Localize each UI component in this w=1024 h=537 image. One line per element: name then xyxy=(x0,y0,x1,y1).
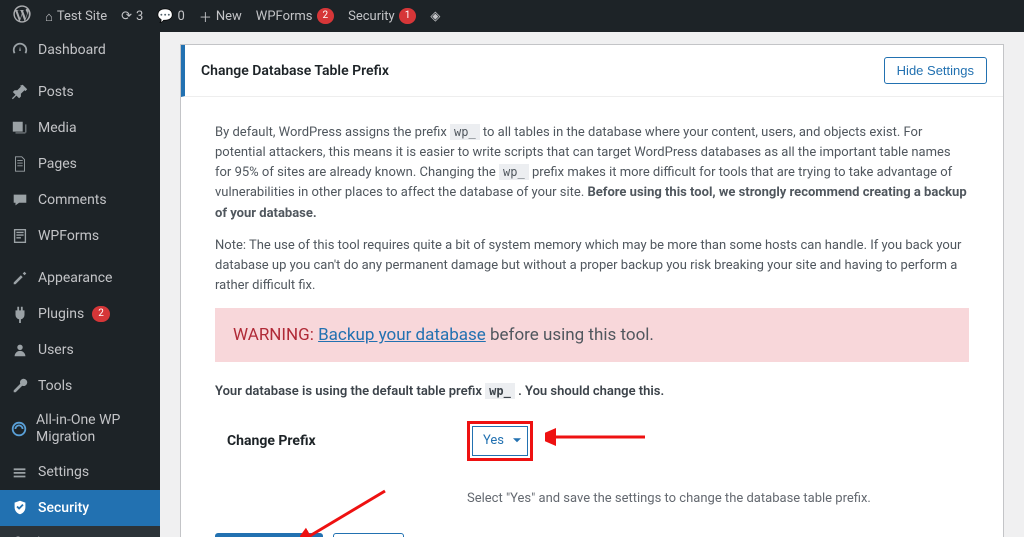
annotation-highlight-select: Yes xyxy=(467,421,533,461)
pages-icon xyxy=(10,154,30,174)
sidebar-item-label: Media xyxy=(38,120,77,136)
change-prefix-field: Yes Select "Yes" and save the settings t… xyxy=(467,421,871,509)
new-label: New xyxy=(216,9,242,24)
comments-count: 0 xyxy=(178,9,185,24)
admin-bar-site[interactable]: ⌂ Test Site xyxy=(38,0,114,32)
sidebar-item-posts[interactable]: Posts xyxy=(0,74,160,110)
description-paragraph-2: Note: The use of this tool requires quit… xyxy=(215,236,969,296)
sidebar-item-dashboard[interactable]: Dashboard xyxy=(0,32,160,68)
sidebar-item-users[interactable]: Users xyxy=(0,332,160,368)
sidebar-item-label: All-in-One WP Migration xyxy=(36,412,150,446)
prefix-code: wp_ xyxy=(450,124,480,140)
admin-bar-wpforms[interactable]: WPForms 2 xyxy=(249,0,341,32)
dashboard-icon xyxy=(10,40,30,60)
appearance-icon xyxy=(10,268,30,288)
panel-body: By default, WordPress assigns the prefix… xyxy=(181,97,1003,537)
tools-icon xyxy=(10,376,30,396)
current-prefix-code: wp_ xyxy=(485,383,515,399)
action-buttons: Save Settings Cancel xyxy=(215,533,969,537)
sidebar-item-plugins[interactable]: Plugins 2 xyxy=(0,296,160,332)
prefix-code: wp_ xyxy=(499,164,529,180)
admin-bar-new[interactable]: ＋ New xyxy=(192,0,249,32)
users-icon xyxy=(10,340,30,360)
plugins-icon xyxy=(10,304,30,324)
sidebar-item-migration[interactable]: All-in-One WP Migration xyxy=(0,404,160,454)
shield-icon xyxy=(10,498,30,518)
admin-sidebar: Dashboard Posts Media Pages Comments WPF… xyxy=(0,32,160,537)
updates-icon: ⟳ xyxy=(121,8,132,24)
sidebar-item-media[interactable]: Media xyxy=(0,110,160,146)
wordpress-logo-icon xyxy=(13,5,31,27)
admin-bar-security[interactable]: Security 1 xyxy=(341,0,423,32)
home-icon: ⌂ xyxy=(45,9,53,24)
wpforms-count-badge: 2 xyxy=(317,8,335,24)
security-label: Security xyxy=(348,9,395,24)
sidebar-item-label: Appearance xyxy=(38,270,112,286)
annotation-arrow-1 xyxy=(545,425,655,449)
change-prefix-select[interactable]: Yes xyxy=(472,426,528,456)
sidebar-item-label: Comments xyxy=(38,192,107,208)
security-count-badge: 1 xyxy=(399,8,417,24)
warning-after: before using this tool. xyxy=(486,325,654,345)
warning-label: WARNING: xyxy=(233,325,318,345)
hide-settings-button[interactable]: Hide Settings xyxy=(884,57,987,84)
panel-header: Change Database Table Prefix Hide Settin… xyxy=(181,45,1003,97)
plus-icon: ＋ xyxy=(199,7,212,26)
updates-count: 3 xyxy=(136,9,143,24)
wp-logo[interactable] xyxy=(6,0,38,32)
comment-icon xyxy=(10,190,30,210)
change-prefix-panel: Change Database Table Prefix Hide Settin… xyxy=(180,44,1004,537)
migration-icon xyxy=(10,419,28,439)
sidebar-item-label: Settings xyxy=(38,464,89,480)
security-subitems: Settings Security Check xyxy=(0,526,160,537)
admin-bar-updates[interactable]: ⟳ 3 xyxy=(114,0,150,32)
sidebar-item-label: Users xyxy=(38,342,74,358)
sidebar-item-pages[interactable]: Pages xyxy=(0,146,160,182)
field-description: Select "Yes" and save the settings to ch… xyxy=(467,489,871,509)
status-line: Your database is using the default table… xyxy=(215,382,969,402)
sidebar-item-label: Dashboard xyxy=(38,42,106,58)
sidebar-item-label: WPForms xyxy=(38,228,99,244)
admin-bar: ⌂ Test Site ⟳ 3 💬 0 ＋ New WPForms 2 Secu… xyxy=(0,0,1024,32)
panel-title: Change Database Table Prefix xyxy=(201,63,389,79)
save-settings-button[interactable]: Save Settings xyxy=(215,533,323,537)
diamond-icon: ◈ xyxy=(430,8,440,24)
sidebar-item-label: Posts xyxy=(38,84,74,100)
comments-icon: 💬 xyxy=(157,8,173,24)
cancel-button[interactable]: Cancel xyxy=(333,533,403,537)
warning-box: WARNING: Backup your database before usi… xyxy=(215,308,969,362)
change-prefix-row: Change Prefix Yes Select "Yes" and save … xyxy=(215,415,969,529)
pin-icon xyxy=(10,82,30,102)
sidebar-item-label: Plugins xyxy=(38,306,84,322)
security-sub-settings[interactable]: Settings xyxy=(0,530,160,537)
sidebar-item-wpforms[interactable]: WPForms xyxy=(0,218,160,254)
sidebar-item-settings[interactable]: Settings xyxy=(0,454,160,490)
sidebar-item-tools[interactable]: Tools xyxy=(0,368,160,404)
description-paragraph-1: By default, WordPress assigns the prefix… xyxy=(215,123,969,224)
change-prefix-label: Change Prefix xyxy=(227,421,347,453)
media-icon xyxy=(10,118,30,138)
sidebar-item-comments[interactable]: Comments xyxy=(0,182,160,218)
site-title: Test Site xyxy=(57,9,107,24)
plugins-badge: 2 xyxy=(92,306,110,322)
admin-bar-comments[interactable]: 💬 0 xyxy=(150,0,192,32)
form-icon xyxy=(10,226,30,246)
sidebar-item-label: Pages xyxy=(38,156,77,172)
sidebar-item-label: Security xyxy=(38,500,89,516)
admin-bar-extra[interactable]: ◈ xyxy=(423,0,447,32)
settings-icon xyxy=(10,462,30,482)
wpforms-label: WPForms xyxy=(256,9,313,24)
sidebar-item-security[interactable]: Security xyxy=(0,490,160,526)
main-content: Change Database Table Prefix Hide Settin… xyxy=(160,32,1024,537)
backup-link[interactable]: Backup your database xyxy=(318,325,486,345)
sidebar-item-appearance[interactable]: Appearance xyxy=(0,260,160,296)
sidebar-item-label: Tools xyxy=(38,378,72,394)
